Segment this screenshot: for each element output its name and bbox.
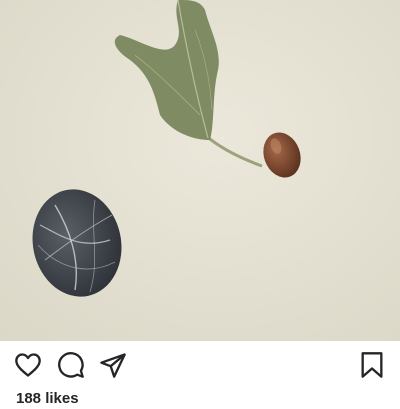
comment-icon[interactable] [57,351,85,379]
share-icon[interactable] [99,351,127,379]
bookmark-icon[interactable] [358,351,386,379]
likes-count[interactable]: 188 likes [16,389,79,409]
post-photo-canvas [0,0,400,341]
heart-icon[interactable] [14,351,42,379]
post-photo[interactable] [0,0,400,341]
post-action-bar [0,341,400,389]
